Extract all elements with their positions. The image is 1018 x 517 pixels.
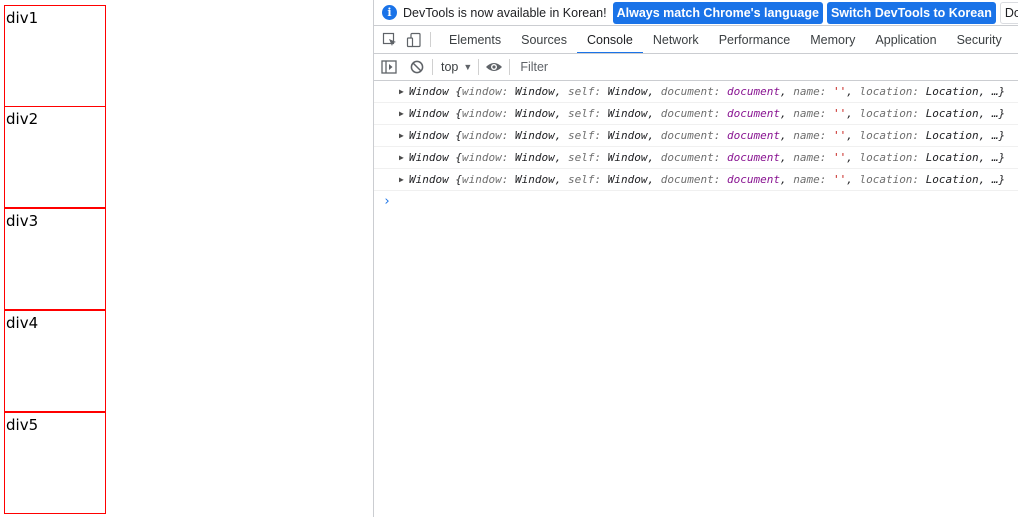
tab-divider xyxy=(430,32,431,47)
div-label: div3 xyxy=(6,212,39,230)
language-infobar: i DevTools is now available in Korean! A… xyxy=(374,0,1018,26)
tab-application[interactable]: Application xyxy=(865,26,946,53)
eye-icon[interactable] xyxy=(485,58,503,76)
infobar-message: DevTools is now available in Korean! xyxy=(403,5,607,20)
devtools-tabbar: Elements Sources Console Network Perform… xyxy=(374,26,1018,54)
switch-to-korean-button[interactable]: Switch DevTools to Korean xyxy=(826,1,996,24)
expand-triangle-icon[interactable]: ▶ xyxy=(399,175,409,184)
sidebar-toggle-icon[interactable] xyxy=(380,58,398,76)
object-class: Window xyxy=(409,107,449,120)
prop-location: Location xyxy=(925,151,979,164)
prop-location: Location xyxy=(925,129,979,142)
tab-memory[interactable]: Memory xyxy=(800,26,865,53)
prop-document: document xyxy=(726,173,780,186)
prop-self: Window xyxy=(607,107,648,120)
context-selector[interactable]: top ▼ xyxy=(441,60,472,74)
prop-ellipsis: …} xyxy=(991,151,1006,164)
prop-name: '' xyxy=(832,129,847,142)
tab-security[interactable]: Security xyxy=(947,26,1012,53)
filter-input[interactable] xyxy=(516,56,955,78)
prop-ellipsis: …} xyxy=(991,173,1006,186)
div-box-1: div1 xyxy=(4,5,106,107)
object-class: Window xyxy=(409,173,449,186)
console-message[interactable]: ▶ Window {window: Window, self: Window, … xyxy=(374,103,1018,125)
tab-sources[interactable]: Sources xyxy=(511,26,577,53)
prop-name: '' xyxy=(832,151,847,164)
prop-self: Window xyxy=(607,129,648,142)
prop-window: Window xyxy=(514,173,555,186)
object-class: Window xyxy=(409,129,449,142)
tab-console[interactable]: Console xyxy=(576,26,643,53)
prop-window: Window xyxy=(514,107,555,120)
div-box-5: div5 xyxy=(4,412,106,514)
console-output: ▶ Window {window: Window, self: Window, … xyxy=(374,81,1018,517)
prop-self: Window xyxy=(607,151,648,164)
prop-document: document xyxy=(726,151,780,164)
prompt-chevron-icon: › xyxy=(383,194,391,209)
clear-console-icon[interactable] xyxy=(408,58,426,76)
dropdown-arrow-icon: ▼ xyxy=(463,62,473,72)
prop-document: document xyxy=(726,107,780,120)
prop-window: Window xyxy=(514,129,555,142)
expand-triangle-icon[interactable]: ▶ xyxy=(399,131,409,140)
div-label: div5 xyxy=(6,416,39,434)
object-class: Window xyxy=(409,151,449,164)
tab-performance[interactable]: Performance xyxy=(709,26,801,53)
expand-triangle-icon[interactable]: ▶ xyxy=(399,87,409,96)
console-message[interactable]: ▶ Window {window: Window, self: Window, … xyxy=(374,147,1018,169)
prop-document: document xyxy=(726,85,780,98)
console-message[interactable]: ▶ Window {window: Window, self: Window, … xyxy=(374,169,1018,191)
div-label: div4 xyxy=(6,314,39,332)
toolbar-divider xyxy=(432,59,433,75)
div-box-3: div3 xyxy=(4,208,106,310)
console-message[interactable]: ▶ Window {window: Window, self: Window, … xyxy=(374,81,1018,103)
info-icon: i xyxy=(382,5,397,20)
console-message[interactable]: ▶ Window {window: Window, self: Window, … xyxy=(374,125,1018,147)
object-class: Window xyxy=(409,85,449,98)
prop-name: '' xyxy=(832,173,847,186)
console-prompt[interactable]: › xyxy=(374,191,1018,213)
div-label: div2 xyxy=(6,110,39,128)
expand-triangle-icon[interactable]: ▶ xyxy=(399,153,409,162)
toolbar-divider xyxy=(509,59,511,75)
prop-location: Location xyxy=(925,173,979,186)
toolbar-divider xyxy=(478,59,480,75)
tab-network[interactable]: Network xyxy=(643,26,709,53)
prop-ellipsis: …} xyxy=(991,129,1006,142)
prop-window: Window xyxy=(514,85,555,98)
prop-self: Window xyxy=(607,85,648,98)
prop-location: Location xyxy=(925,85,979,98)
devtools-panel: i DevTools is now available in Korean! A… xyxy=(373,0,1018,517)
match-language-button[interactable]: Always match Chrome's language xyxy=(612,1,823,24)
console-toolbar: top ▼ xyxy=(374,54,1018,81)
expand-triangle-icon[interactable]: ▶ xyxy=(399,109,409,118)
div-box-2: div2 xyxy=(4,106,106,208)
web-page: div1 div2 div3 div4 div5 xyxy=(0,0,373,517)
prop-ellipsis: …} xyxy=(991,107,1006,120)
prop-self: Window xyxy=(607,173,648,186)
context-label: top xyxy=(441,60,459,74)
dont-show-button[interactable]: Don't show xyxy=(999,1,1018,24)
prop-document: document xyxy=(726,129,780,142)
prop-window: Window xyxy=(514,151,555,164)
prop-name: '' xyxy=(832,107,847,120)
tab-elements[interactable]: Elements xyxy=(439,26,511,53)
prop-ellipsis: …} xyxy=(991,85,1006,98)
inspect-element-icon[interactable] xyxy=(382,26,398,53)
device-toolbar-icon[interactable] xyxy=(406,26,422,53)
prop-location: Location xyxy=(925,107,979,120)
prop-name: '' xyxy=(832,85,847,98)
div-label: div1 xyxy=(6,9,39,27)
div-box-4: div4 xyxy=(4,310,106,412)
